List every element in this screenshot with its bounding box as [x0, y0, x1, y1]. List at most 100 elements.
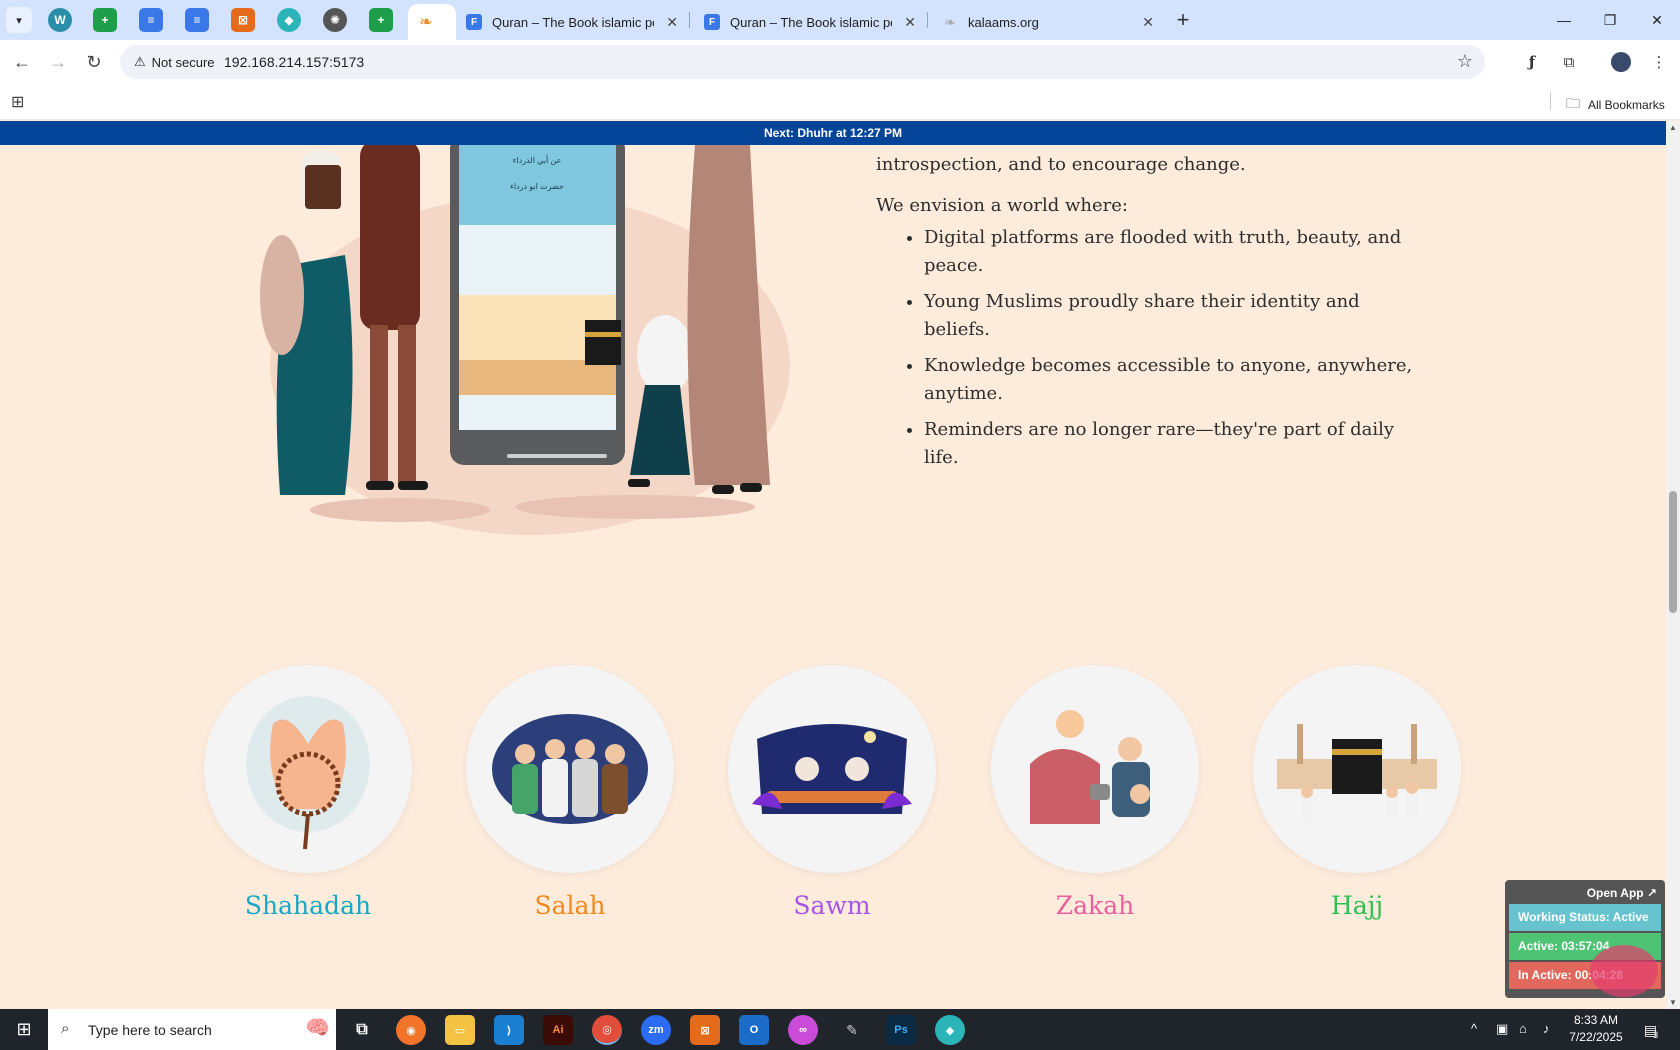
pen-tool-icon[interactable]: ✎ — [837, 1015, 867, 1045]
tab-divider — [689, 12, 690, 28]
pillar-shahadah[interactable]: Shahadah — [204, 665, 412, 920]
tab-strip: ▾ W + ≡ ≡ ⊠ ◆ ✺ + ❧ F Quran – The Book i… — [0, 0, 1680, 40]
reload-button[interactable]: ↻ — [81, 49, 107, 75]
scroll-down-icon[interactable]: ▼ — [1669, 998, 1677, 1007]
tab-quran-1[interactable]: F Quran – The Book islamic peop ✕ — [456, 4, 688, 40]
pillar-image — [204, 665, 412, 873]
vscode-icon[interactable]: ⟩ — [494, 1015, 524, 1045]
pillar-image — [466, 665, 674, 873]
open-app-link[interactable]: Open App ↗ — [1509, 884, 1661, 904]
minimize-icon: — — [1557, 12, 1571, 28]
pinned-tab-wordpress-icon[interactable]: W — [48, 8, 72, 32]
pinned-tab-openai-icon[interactable]: ✺ — [323, 8, 347, 32]
tab-active[interactable]: ❧ — [408, 4, 456, 40]
prayer-name: Dhuhr — [797, 126, 833, 140]
windows-taskbar: ⊞ ⌕ Type here to search 🧠 ⧉ ◉ ▭ ⟩ Ai ◎ z… — [0, 1009, 1680, 1050]
pinned-tab-sheets-icon-2[interactable]: + — [369, 8, 393, 32]
tab-title: Quran – The Book islamic peop — [492, 14, 654, 30]
plus-icon: + — [1176, 7, 1190, 32]
minimize-button[interactable]: — — [1541, 0, 1587, 40]
tab-search-button[interactable]: ▾ — [6, 7, 32, 33]
zoom-icon[interactable]: zm — [641, 1015, 671, 1045]
firefox-icon[interactable]: ◉ — [396, 1015, 426, 1045]
illustrator-icon[interactable]: Ai — [543, 1015, 573, 1045]
vision-heading: We envision a world where: — [876, 195, 1128, 216]
working-status: Working Status: Active — [1509, 904, 1661, 931]
page-scrollbar[interactable]: ▲ ▼ — [1666, 121, 1680, 1009]
file-explorer-icon[interactable]: ▭ — [445, 1015, 475, 1045]
pillar-image — [991, 665, 1199, 873]
all-bookmarks-button[interactable]: 🗀 All Bookmarks — [1566, 93, 1665, 117]
site-logo-icon: ❧ — [944, 13, 956, 30]
volume-icon[interactable]: ♪ — [1543, 1021, 1550, 1036]
bookmark-star-icon[interactable]: ☆ — [1457, 51, 1473, 72]
tab-divider — [927, 12, 928, 28]
pinned-tab-docs-icon[interactable]: ≡ — [139, 8, 163, 32]
windows-logo-icon: ⊞ — [16, 1019, 32, 1039]
forward-button[interactable]: → — [45, 49, 71, 75]
back-button[interactable]: ← — [9, 49, 35, 75]
bookmarks-bar: ⊞ 🗀 All Bookmarks — [0, 84, 1680, 120]
start-button[interactable]: ⊞ — [0, 1009, 48, 1050]
network-icon[interactable]: ⌂ — [1519, 1021, 1527, 1036]
list-item: Knowledge becomes accessible to anyone, … — [924, 352, 1416, 408]
chevron-up-icon[interactable]: ^ — [1471, 1021, 1477, 1036]
pillar-name: Shahadah — [244, 891, 372, 920]
tab-kalaams[interactable]: ❧ kalaams.org ✕ — [932, 4, 1164, 40]
avatar[interactable] — [1611, 52, 1631, 72]
pillar-zakah[interactable]: Zakah — [991, 665, 1199, 920]
extension-f-icon[interactable]: ƒ — [1521, 51, 1543, 73]
system-clock[interactable]: 8:33 AM 7/22/2025 — [1561, 1012, 1631, 1046]
chevron-down-icon: ▾ — [16, 14, 22, 27]
forms-icon: F — [704, 14, 720, 30]
prayer-time: at 12:27 PM — [836, 126, 903, 140]
notification-count: 3 — [1653, 1030, 1659, 1040]
search-highlight-icon: 🧠 — [305, 1017, 330, 1039]
outlook-icon[interactable]: O — [739, 1015, 769, 1045]
menu-dots-icon[interactable]: ⋮ — [1648, 51, 1670, 73]
all-bookmarks-label: All Bookmarks — [1588, 98, 1665, 112]
task-view-icon[interactable]: ⧉ — [347, 1015, 377, 1045]
pillar-image — [1253, 665, 1461, 873]
arrow-left-icon: ← — [13, 51, 31, 72]
clock-time: 8:33 AM — [1573, 1013, 1619, 1027]
next-prayer-banner: Next: Dhuhr at 12:27 PM — [0, 121, 1666, 145]
extensions-puzzle-icon[interactable]: ⧉ — [1558, 51, 1580, 73]
kaaba-icon — [1277, 724, 1437, 820]
close-icon[interactable]: ✕ — [1142, 14, 1154, 31]
pinned-tab-postman-icon[interactable]: ⊠ — [231, 8, 255, 32]
scrollbar-thumb[interactable] — [1669, 491, 1677, 613]
tab-quran-2[interactable]: F Quran – The Book islamic peop ✕ — [694, 4, 926, 40]
pinned-tab-app-icon[interactable]: ◆ — [277, 8, 301, 32]
close-icon[interactable]: ✕ — [904, 14, 916, 31]
taskbar-search[interactable]: ⌕ Type here to search 🧠 — [48, 1009, 336, 1050]
restore-icon: ❐ — [1603, 11, 1617, 28]
photoshop-icon[interactable]: Ps — [886, 1015, 916, 1045]
close-window-button[interactable]: ✕ — [1634, 0, 1680, 40]
chrome-icon[interactable]: ◎ — [592, 1015, 622, 1045]
postman-icon[interactable]: ⊠ — [690, 1015, 720, 1045]
pinned-tab-docs-icon-2[interactable]: ≡ — [185, 8, 209, 32]
new-tab-button[interactable]: + — [1171, 7, 1195, 32]
pillar-hajj[interactable]: Hajj — [1253, 665, 1461, 920]
shield-icon[interactable]: ▣ — [1496, 1021, 1508, 1037]
pillar-name: Sawm — [793, 891, 871, 920]
pillar-sawm[interactable]: Sawm — [728, 665, 936, 920]
creative-cloud-icon[interactable]: ∞ — [788, 1015, 818, 1045]
scroll-to-top-button[interactable] — [1590, 945, 1658, 997]
tab-title: Quran – The Book islamic peop — [730, 14, 892, 30]
pinned-tab-sheets-icon[interactable]: + — [93, 8, 117, 32]
clock-date: 7/22/2025 — [1569, 1030, 1623, 1044]
close-icon[interactable]: ✕ — [666, 14, 678, 31]
tab-title: kalaams.org — [968, 14, 1039, 30]
address-bar[interactable]: ⚠ Not secure 192.168.214.157:5173 ☆ — [120, 45, 1485, 79]
pillar-salah[interactable]: Salah — [466, 665, 674, 920]
url-text[interactable]: 192.168.214.157:5173 — [224, 54, 364, 70]
security-indicator[interactable]: ⚠ Not secure — [128, 50, 221, 74]
app-icon[interactable]: ◆ — [935, 1015, 965, 1045]
apps-grid-icon[interactable]: ⊞ — [11, 92, 24, 112]
search-placeholder: Type here to search — [88, 1021, 212, 1038]
restore-button[interactable]: ❐ — [1587, 0, 1633, 40]
notifications-button[interactable]: ▤ 3 — [1640, 1019, 1662, 1041]
scroll-up-icon[interactable]: ▲ — [1669, 123, 1677, 132]
